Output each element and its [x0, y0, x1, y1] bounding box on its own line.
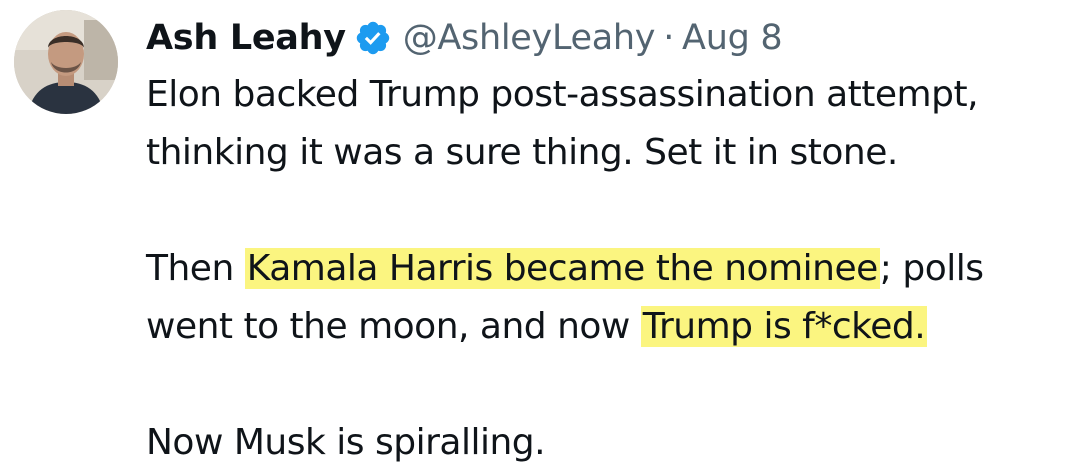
- tweet-header: Ash Leahy @AshleyLeahy · Aug 8: [146, 12, 783, 64]
- text-segment: Elon backed Trump post-assassination att…: [146, 74, 979, 115]
- text-segment: went to the moon, and now: [146, 306, 641, 347]
- highlighted-text: Trump is f*cked.: [640, 306, 928, 347]
- verified-badge-icon[interactable]: [354, 19, 392, 57]
- text-line: Then Kamala Harris became the nominee; p…: [146, 240, 1076, 298]
- separator-dot: ·: [663, 18, 675, 58]
- text-segment: thinking it was a sure thing. Set it in …: [146, 132, 898, 173]
- text-line: went to the moon, and now Trump is f*cke…: [146, 298, 1076, 356]
- author-handle[interactable]: @AshleyLeahy: [403, 18, 656, 58]
- highlighted-text: Kamala Harris became the nominee: [244, 248, 880, 289]
- text-segment: Now Musk is spiralling.: [146, 422, 546, 462]
- author-display-name[interactable]: Ash Leahy: [146, 18, 346, 58]
- tweet-date[interactable]: Aug 8: [682, 18, 783, 58]
- text-line: Now Musk is spiralling.: [146, 414, 1076, 462]
- text-line: Elon backed Trump post-assassination att…: [146, 66, 1076, 124]
- text-segment: ; polls: [879, 248, 984, 289]
- tweet-text: Elon backed Trump post-assassination att…: [146, 66, 1076, 462]
- tweet: Ash Leahy @AshleyLeahy · Aug 8 Elon back…: [0, 0, 1087, 462]
- avatar[interactable]: [14, 10, 118, 114]
- text-line: thinking it was a sure thing. Set it in …: [146, 124, 1076, 182]
- text-segment: Then: [146, 248, 245, 289]
